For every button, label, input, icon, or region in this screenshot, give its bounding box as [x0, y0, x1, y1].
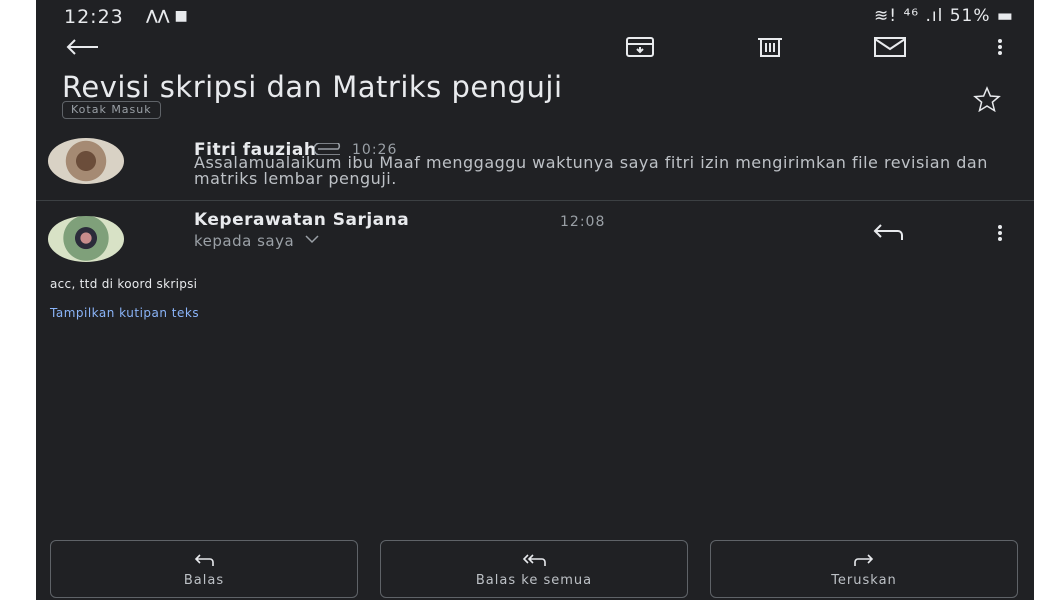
reply-all-action-button[interactable]: Balas ke semua [380, 540, 688, 598]
reply-icon [873, 224, 903, 240]
reply-button[interactable] [870, 220, 906, 246]
sender-avatar[interactable] [48, 138, 124, 184]
mail-icon [874, 37, 906, 57]
star-outline-icon [973, 86, 1001, 112]
recipient-details[interactable]: kepada saya [194, 232, 294, 250]
reply-action-button[interactable]: Balas [50, 540, 358, 598]
archive-button[interactable] [622, 34, 658, 60]
chevron-down-icon[interactable] [304, 232, 320, 248]
trash-icon [758, 38, 782, 57]
more-options-button[interactable] [988, 34, 1012, 60]
divider [36, 200, 1034, 201]
delete-button[interactable] [752, 34, 788, 60]
message-preview[interactable]: Assalamualaikum ibu Maaf menggaggu waktu… [194, 155, 1024, 187]
status-signal-battery: ≋! ⁴⁶ .ıl 51% ▬ [873, 6, 1014, 26]
star-button[interactable] [972, 86, 1002, 112]
reply-all-icon [521, 551, 547, 569]
back-button[interactable] [62, 34, 102, 60]
status-time: 12:23 [64, 6, 124, 28]
more-vert-icon [998, 225, 1002, 241]
reply-action-label: Balas [183, 572, 225, 588]
arrow-left-icon [66, 39, 98, 55]
message-more-button[interactable] [988, 220, 1012, 246]
sender-avatar[interactable] [48, 216, 124, 262]
message-time: 12:08 [560, 214, 606, 230]
more-vert-icon [998, 39, 1002, 55]
inbox-label-chip[interactable]: Kotak Masuk [62, 101, 161, 119]
email-subject: Revisi skripsi dan Matriks penguji [62, 70, 563, 104]
show-quoted-text-link[interactable]: Tampilkan kutipan teks [50, 306, 199, 320]
forward-action-label: Teruskan [831, 572, 897, 588]
message-body: acc, ttd di koord skripsi [50, 277, 198, 291]
forward-action-button[interactable]: Teruskan [710, 540, 1018, 598]
reply-icon [193, 551, 215, 569]
reply-all-action-label: Balas ke semua [475, 572, 593, 588]
mark-unread-button[interactable] [870, 34, 910, 60]
status-notification-icons: ⋀⋀ ■ [146, 8, 188, 24]
archive-icon [626, 37, 654, 57]
message-sender: Keperawatan Sarjana [194, 210, 410, 230]
gmail-screen: 12:23 ⋀⋀ ■ ≋! ⁴⁶ .ıl 51% ▬ Revisi skrips… [36, 0, 1034, 600]
forward-icon [853, 551, 875, 569]
